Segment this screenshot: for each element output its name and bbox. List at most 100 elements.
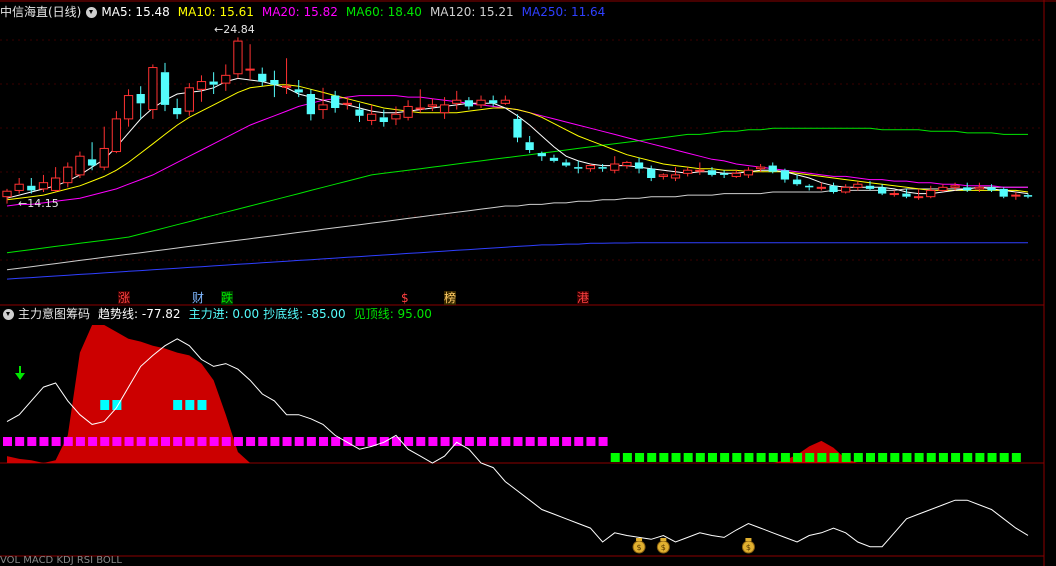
candle-body: [792, 179, 802, 185]
candle: [805, 184, 814, 191]
signal-square-magenta: [464, 437, 474, 446]
signal-square-green: [695, 453, 705, 462]
money-bag-glyph: $: [746, 543, 751, 552]
event-tag-rank[interactable]: 榜: [444, 291, 457, 305]
candle: [452, 90, 462, 110]
indicator-pane-header: 主力意图筹码 趋势线: -77.82 主力进: 0.00 抄底线: -85.00…: [0, 305, 440, 323]
event-tag-rise[interactable]: 涨: [118, 291, 131, 305]
candle: [829, 182, 838, 194]
candle: [2, 188, 12, 204]
candle-body: [270, 80, 279, 85]
candle: [768, 162, 777, 174]
candle-body: [585, 165, 596, 170]
candle-body: [853, 183, 863, 188]
candle-body: [439, 104, 450, 114]
signal-square-cyan: [197, 400, 207, 410]
candle-body: [160, 72, 170, 105]
candle: [63, 162, 73, 188]
candle: [209, 72, 218, 94]
candle-body: [452, 99, 462, 104]
signal-square-magenta: [306, 437, 316, 446]
signal-square-green: [963, 453, 973, 462]
candle: [731, 170, 741, 178]
indicator-title[interactable]: 主力意图筹码: [18, 305, 90, 323]
candle: [136, 86, 145, 119]
signal-square-green: [732, 453, 742, 462]
signal-square-magenta: [562, 437, 572, 446]
candle: [938, 184, 948, 192]
candle: [403, 100, 413, 121]
signal-square-magenta: [319, 437, 329, 446]
bottom-line-label: 抄底线: -85.00: [263, 307, 346, 321]
ma5-label: MA5: 15.48: [101, 5, 170, 19]
candle: [1023, 193, 1033, 199]
signal-square-magenta: [428, 437, 438, 446]
candle-body: [500, 99, 510, 104]
bottom-pane-header: VOL MACD KDJ RSI BOLL: [0, 556, 130, 566]
event-tag-fall[interactable]: 跌: [221, 291, 234, 305]
candle-body: [695, 169, 705, 172]
candle-body: [136, 94, 145, 104]
signal-square-magenta: [258, 437, 268, 446]
candle: [87, 142, 97, 171]
candle-body: [841, 186, 851, 193]
signal-square-green: [683, 453, 693, 462]
indicator-pane[interactable]: $ $ $: [3, 325, 1029, 554]
candle-body: [743, 169, 754, 176]
candle: [160, 62, 170, 112]
ma60-label: MA60: 18.40: [345, 5, 422, 19]
signal-square-green: [671, 453, 681, 462]
candle-body: [38, 182, 49, 190]
candle: [999, 187, 1008, 199]
candle: [743, 167, 754, 178]
event-tag-dollar[interactable]: $: [401, 291, 409, 305]
signal-square-magenta: [282, 437, 292, 446]
candle-body: [50, 177, 61, 191]
triangle-down-icon[interactable]: [3, 308, 14, 320]
candle: [355, 103, 364, 122]
candle-body: [950, 185, 960, 188]
chart-canvas[interactable]: $ $ $: [0, 0, 1056, 566]
candle: [476, 95, 486, 108]
event-tag-finance[interactable]: 财: [192, 291, 204, 305]
candle: [525, 136, 534, 154]
candle-body: [75, 155, 85, 176]
candle: [670, 167, 681, 182]
candle-body: [561, 162, 571, 166]
candle: [1011, 192, 1021, 200]
candle-body: [707, 170, 717, 175]
triangle-down-icon[interactable]: [86, 6, 98, 18]
candle: [123, 89, 134, 127]
candle-body: [525, 142, 534, 150]
candle-body: [913, 196, 924, 199]
candle-body: [999, 188, 1008, 197]
signal-square-green: [829, 453, 839, 462]
candle-body: [367, 113, 377, 121]
money-bag-icon: $: [656, 538, 670, 554]
candle-body: [379, 117, 388, 122]
ma10-label: MA10: 15.61: [177, 5, 254, 19]
signal-square-green: [756, 453, 766, 462]
candle: [561, 159, 571, 168]
signal-square-magenta: [173, 437, 183, 446]
candle-body: [342, 102, 352, 105]
signal-square-green: [817, 453, 827, 462]
candle-body: [123, 95, 134, 120]
stock-title[interactable]: 中信海直(日线): [0, 3, 81, 21]
candle: [634, 157, 644, 174]
event-tag-hk[interactable]: 港: [577, 291, 590, 305]
candle: [574, 160, 583, 174]
candle-body: [878, 187, 887, 194]
candle: [464, 97, 474, 110]
signal-square-magenta: [124, 437, 134, 446]
main-inflow-label: 主力进: 0.00: [188, 307, 260, 321]
money-bag-icon: $: [741, 538, 755, 554]
candle-body: [87, 159, 97, 166]
signal-square-green: [659, 453, 669, 462]
candle-body: [318, 104, 328, 111]
signal-square-magenta: [209, 437, 219, 446]
money-bag-neck: [660, 538, 667, 541]
candle-body: [780, 170, 790, 180]
price-pane[interactable]: [2, 37, 1033, 280]
signal-square-magenta: [246, 437, 256, 446]
